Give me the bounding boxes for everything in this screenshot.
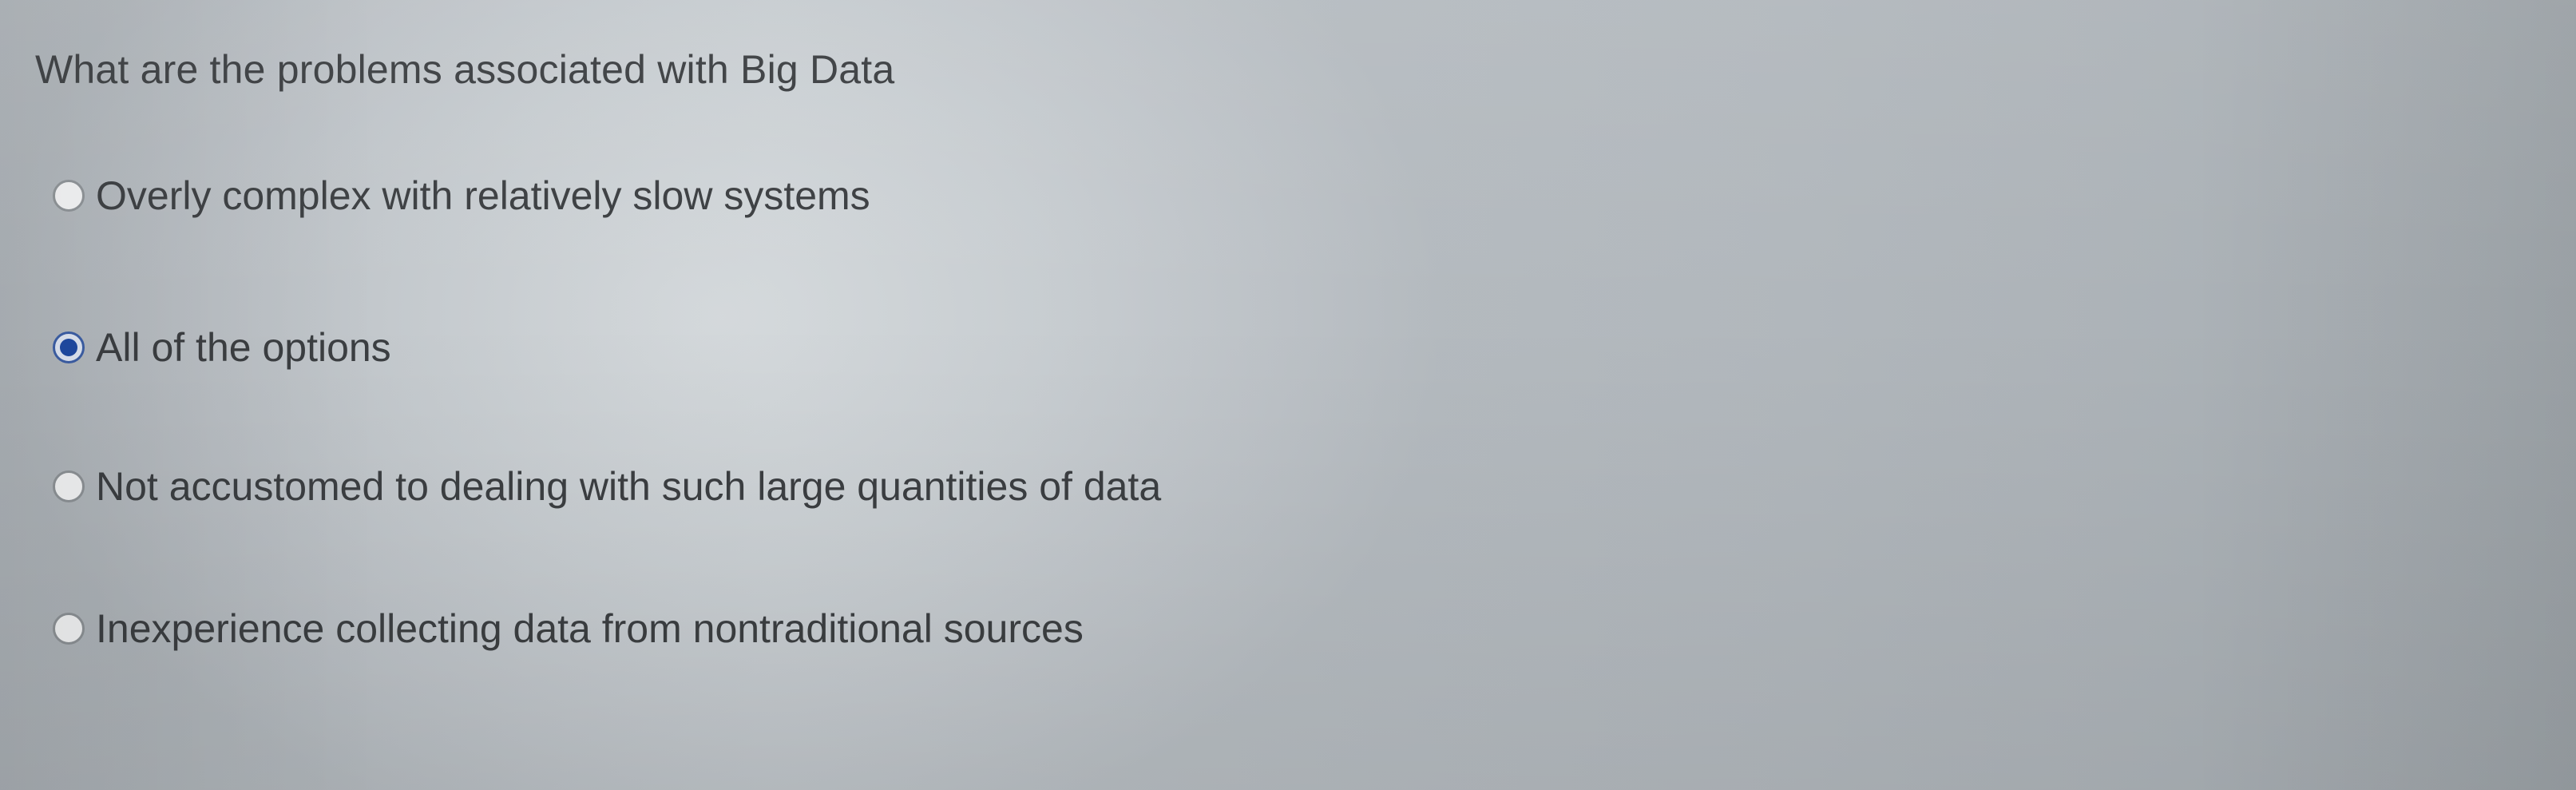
answer-option-2[interactable]: All of the options <box>53 324 391 371</box>
answer-option-label: Overly complex with relatively slow syst… <box>96 173 870 218</box>
question-text: What are the problems associated with Bi… <box>35 47 895 92</box>
radio-button-unselected[interactable] <box>53 180 85 212</box>
radio-button-unselected[interactable] <box>53 470 85 502</box>
radio-button-selected[interactable] <box>53 331 85 363</box>
answer-option-1[interactable]: Overly complex with relatively slow syst… <box>53 172 870 220</box>
answer-option-3[interactable]: Not accustomed to dealing with such larg… <box>53 462 1161 510</box>
quiz-question-card: What are the problems associated with Bi… <box>0 0 2576 790</box>
radio-button-unselected[interactable] <box>53 613 85 645</box>
answer-option-label: Inexperience collecting data from nontra… <box>96 606 1084 651</box>
answer-option-label: All of the options <box>96 325 391 370</box>
radio-selected-dot <box>60 339 77 356</box>
answer-option-label: Not accustomed to dealing with such larg… <box>96 464 1162 509</box>
answer-option-4[interactable]: Inexperience collecting data from nontra… <box>53 605 1084 653</box>
